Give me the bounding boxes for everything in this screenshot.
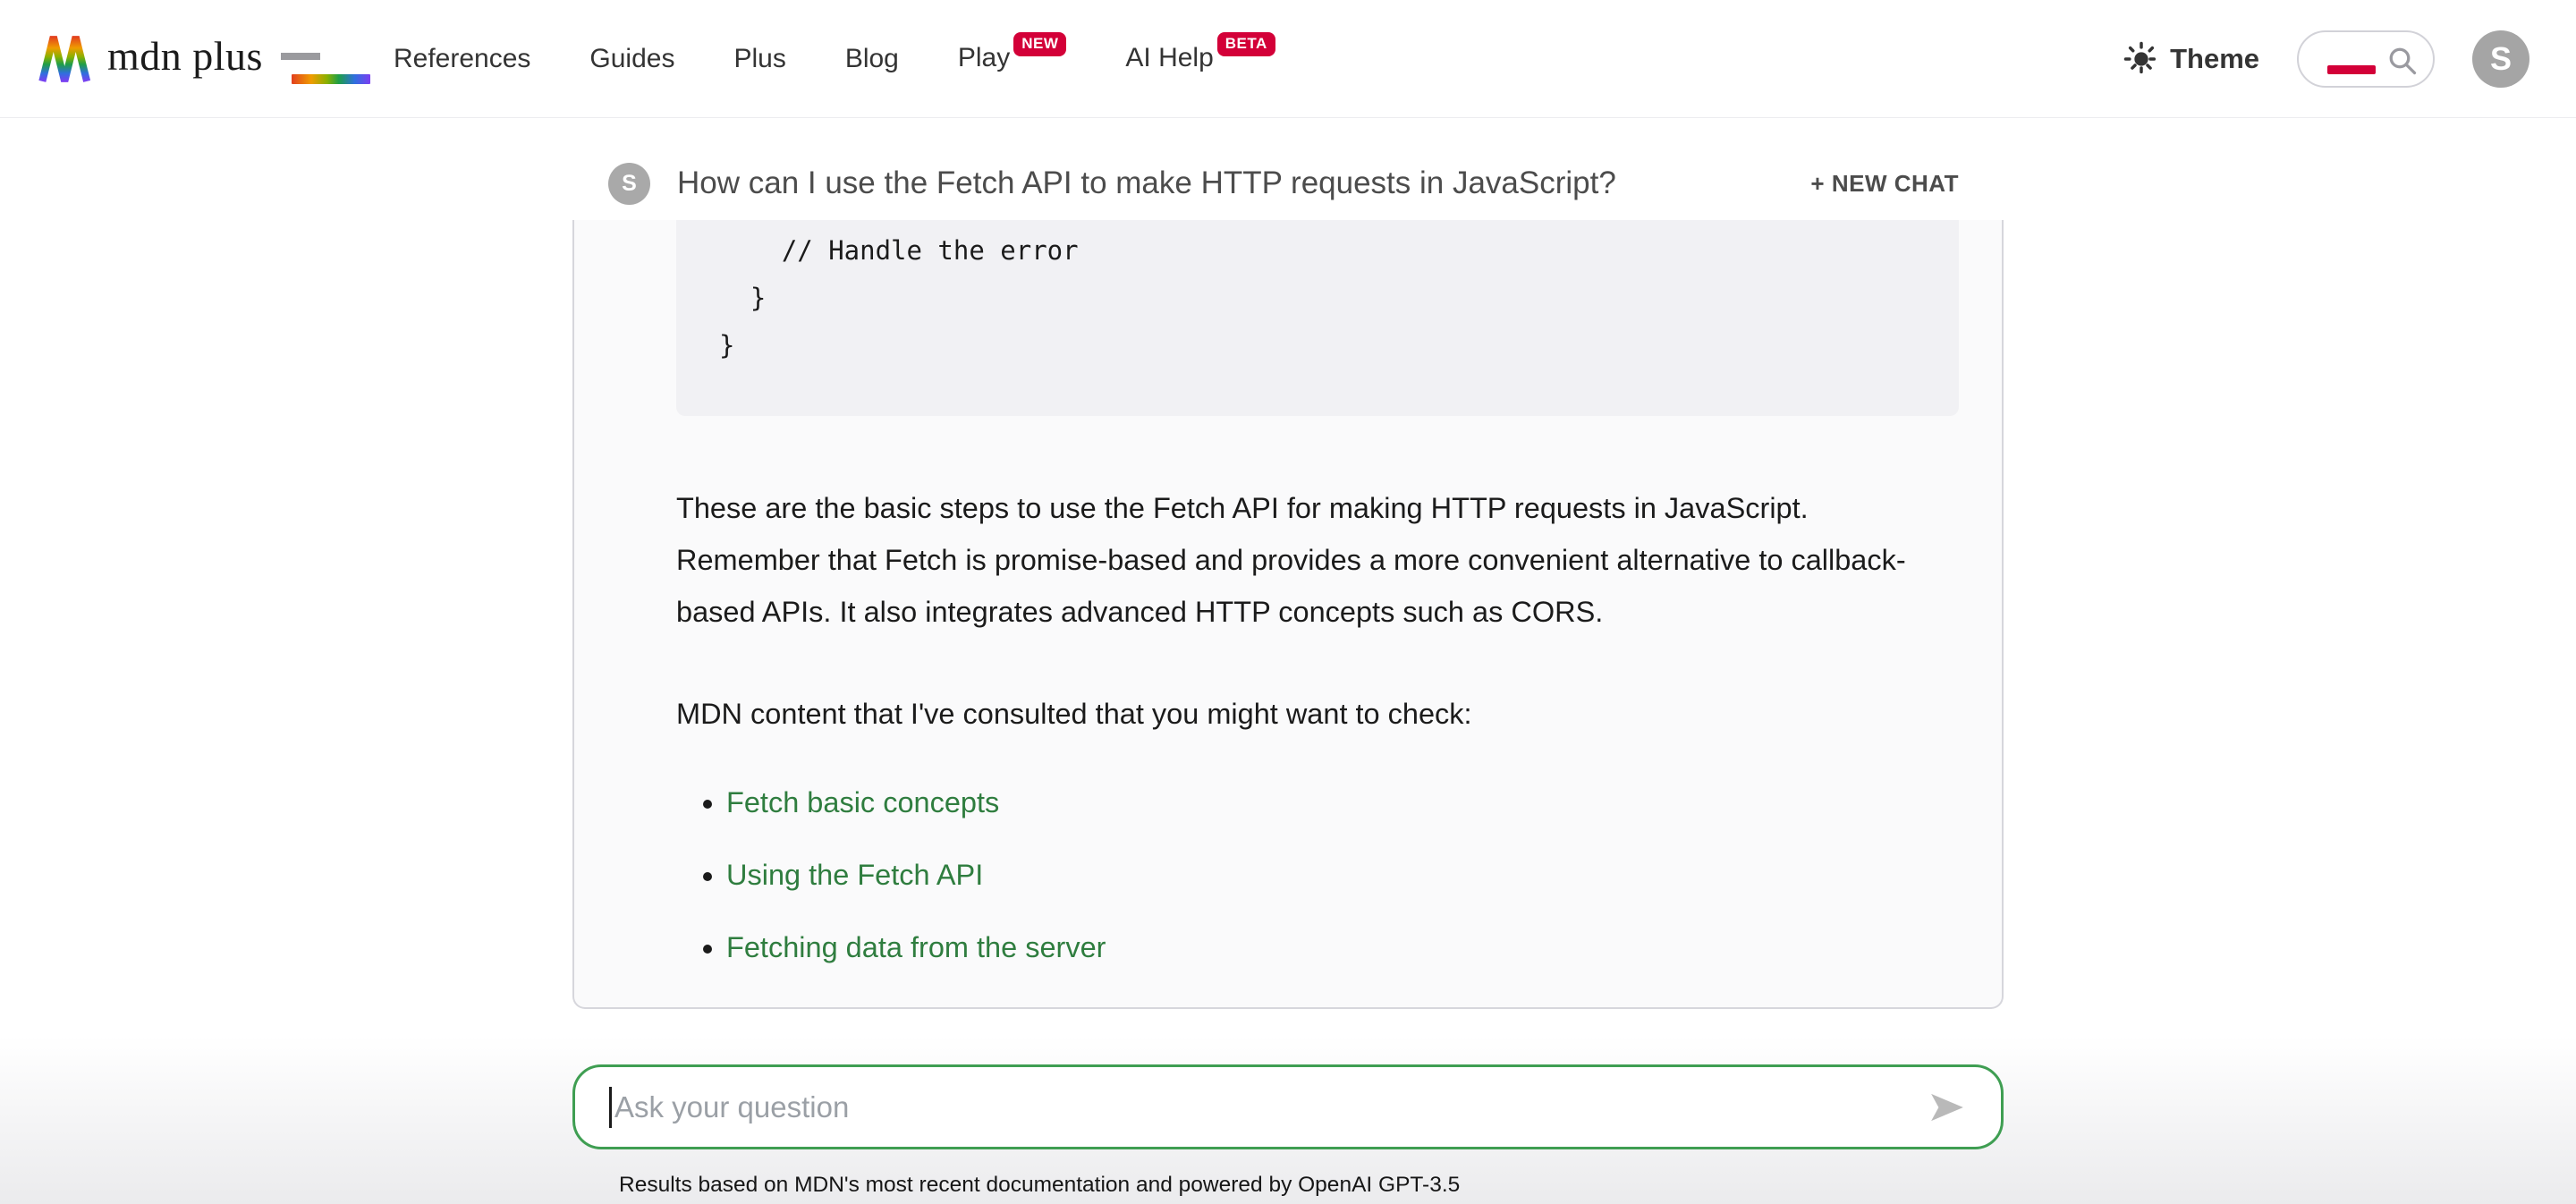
- search-icon: [2386, 45, 2419, 77]
- search-input[interactable]: [2297, 30, 2435, 88]
- results-footnote: Results based on MDN's most recent docum…: [572, 1173, 2004, 1198]
- code-block: // Handle the error } }: [676, 220, 1959, 416]
- text-caret: [609, 1087, 612, 1128]
- answer-paragraph-sources-intro: MDN content that I've consulted that you…: [676, 688, 1959, 740]
- ai-help-main: S How can I use the Fetch API to make HT…: [0, 147, 2576, 1198]
- user-avatar[interactable]: S: [2472, 30, 2529, 88]
- link-using-the-fetch-api[interactable]: Using the Fetch API: [726, 859, 983, 891]
- nav-right-cluster: Theme S: [2123, 30, 2529, 88]
- answer-card: // Handle the error } } These are the ba…: [572, 220, 2004, 1009]
- link-fetching-data-from-server[interactable]: Fetching data from the server: [726, 931, 1106, 963]
- thumbs-up-button[interactable]: [1841, 1004, 1880, 1009]
- send-arrow-icon: [1928, 1090, 1967, 1125]
- link-fetch-basic-concepts[interactable]: Fetch basic concepts: [726, 786, 999, 818]
- answer-paragraph: These are the basic steps to use the Fet…: [676, 482, 1959, 638]
- nav-item-play[interactable]: PlayNEW: [958, 43, 1067, 74]
- logo-cursor-dash: [281, 53, 320, 60]
- theme-toggle[interactable]: Theme: [2123, 41, 2259, 77]
- logo-rainbow-underscore: [292, 74, 370, 84]
- nav-item-plus[interactable]: Plus: [733, 44, 785, 74]
- mdn-m-icon: [38, 33, 95, 85]
- thumbs-down-button[interactable]: [1919, 1004, 1959, 1009]
- feedback-row: Is this answer useful?: [676, 1004, 1959, 1009]
- question-text: How can I use the Fetch API to make HTTP…: [677, 165, 1616, 201]
- mdn-plus-logo[interactable]: mdn plus: [38, 32, 358, 85]
- ask-question-input[interactable]: [614, 1090, 1910, 1124]
- new-badge: NEW: [1013, 32, 1066, 56]
- question-avatar: S: [608, 163, 650, 205]
- send-button[interactable]: [1928, 1090, 1967, 1125]
- logo-wordmark: mdn plus: [107, 32, 263, 85]
- question-composer: [572, 1064, 2004, 1149]
- nav-item-ai-help[interactable]: AI HelpBETA: [1125, 43, 1275, 74]
- list-item: Using the Fetch API: [726, 859, 1959, 892]
- source-links-list: Fetch basic concepts Using the Fetch API…: [676, 786, 1959, 964]
- list-item: Fetching data from the server: [726, 931, 1959, 964]
- sun-icon: [2123, 41, 2159, 77]
- new-chat-button[interactable]: + NEW CHAT: [1810, 170, 1959, 198]
- nav-item-references[interactable]: References: [394, 44, 530, 74]
- top-navbar: mdn plus References Guides Plus Blog Pla…: [0, 0, 2576, 118]
- list-item: Fetch basic concepts: [726, 786, 1959, 819]
- theme-label: Theme: [2170, 43, 2259, 75]
- beta-badge: BETA: [1217, 32, 1275, 56]
- nav-menu: References Guides Plus Blog PlayNEW AI H…: [394, 43, 1275, 74]
- nav-item-guides[interactable]: Guides: [589, 44, 674, 74]
- chat-question-header: S How can I use the Fetch API to make HT…: [572, 147, 2004, 220]
- logo-cursor: [275, 33, 358, 85]
- nav-item-blog[interactable]: Blog: [845, 44, 899, 74]
- search-shortcut-hint: [2327, 65, 2376, 74]
